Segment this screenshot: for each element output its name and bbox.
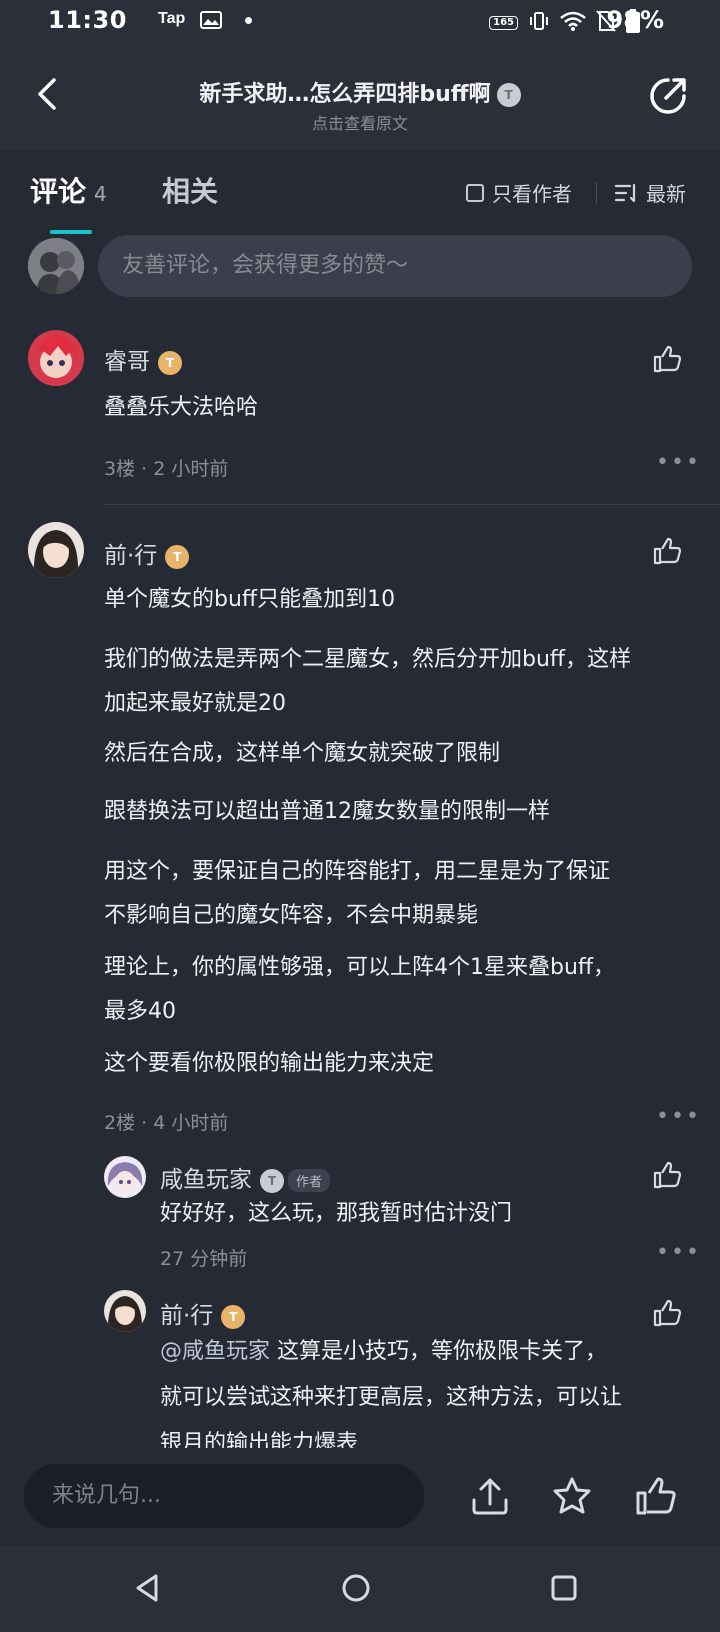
- thumbs-up-icon[interactable]: [634, 1474, 678, 1518]
- status-time: 11:30: [48, 6, 127, 34]
- wifi-icon: [560, 10, 586, 36]
- more-dots-icon[interactable]: •••: [656, 1104, 701, 1129]
- page-title[interactable]: 新手求助…怎么弄四排buff啊 T: [0, 76, 720, 108]
- thumbs-up-icon[interactable]: [652, 344, 682, 374]
- username-text: 睿哥: [104, 349, 150, 375]
- tab-comments[interactable]: 评论 4: [30, 170, 107, 210]
- comment-meta: 3楼 · 2 小时前: [104, 458, 229, 480]
- username-text: 咸鱼玩家: [160, 1167, 252, 1193]
- sort-button[interactable]: 最新: [614, 178, 686, 207]
- level-badge-icon: T: [158, 350, 182, 375]
- bottom-action-bar: 来说几句...: [0, 1454, 720, 1546]
- more-dots-icon[interactable]: •••: [656, 1240, 701, 1265]
- avatar[interactable]: [104, 1290, 146, 1332]
- sort-list-icon: [614, 183, 636, 202]
- comment-text-line: 加起来最好就是20: [104, 691, 286, 716]
- only-author-label: 只看作者: [492, 182, 572, 206]
- post-header: 新手求助…怎么弄四排buff啊 T 点击查看原文: [0, 44, 720, 150]
- nav-recents-icon[interactable]: [546, 1570, 582, 1606]
- comments-count: 4: [94, 182, 107, 206]
- checkbox-icon: [466, 183, 484, 202]
- reply-item: 前·行 T @咸鱼玩家 这算是小技巧，等你极限卡关了， 就可以尝试这种来打更高层，…: [0, 1288, 720, 1448]
- comment-text-line: 单个魔女的buff只能叠加到10: [104, 587, 396, 612]
- comment-text-line: 最多40: [104, 999, 176, 1024]
- reply-text-line: 就可以尝试这种来打更高层，这种方法，可以让: [160, 1385, 623, 1410]
- thumbs-up-icon[interactable]: [652, 1298, 682, 1328]
- comment-item: 前·行 T 单个魔女的buff只能叠加到10 我们的做法是弄两个二星魔女，然后分开…: [0, 522, 720, 1134]
- comment-text-line: 这个要看你极限的输出能力来决定: [104, 1051, 435, 1076]
- refresh-rate-icon: 165: [489, 16, 518, 30]
- comment-text-line: 理论上，你的属性够强，可以上阵4个1星来叠buff，: [104, 955, 616, 980]
- share-icon: [650, 78, 686, 114]
- page-title-text: 新手求助…怎么弄四排buff啊: [199, 82, 491, 107]
- active-tab-indicator: [50, 230, 92, 234]
- vibrate-icon: [528, 10, 550, 36]
- reply-text: 好好好，这么玩，那我暂时估计没门: [160, 1201, 513, 1226]
- system-nav-bar: [0, 1546, 720, 1632]
- only-author-toggle[interactable]: 只看作者: [466, 178, 572, 207]
- reply-text-line: @咸鱼玩家 这算是小技巧，等你极限卡关了，: [160, 1330, 607, 1374]
- avatar[interactable]: [104, 1156, 146, 1198]
- avatar[interactable]: [28, 330, 84, 386]
- more-dots-icon[interactable]: •••: [656, 450, 701, 475]
- nav-back-icon[interactable]: [130, 1570, 166, 1606]
- screen: 11:30 Tap 165 98% 新手求助…怎么弄四排buff啊 T 点击查看…: [0, 0, 720, 1632]
- my-avatar[interactable]: [28, 238, 84, 294]
- level-badge-icon: T: [260, 1168, 284, 1193]
- level-badge-icon: T: [165, 544, 190, 569]
- star-icon[interactable]: [550, 1474, 594, 1518]
- comment-item: 睿哥 T 叠叠乐大法哈哈 3楼 · 2 小时前 •••: [0, 330, 720, 490]
- share-button[interactable]: [646, 74, 690, 118]
- username-text: 前·行: [104, 543, 158, 569]
- reply-username[interactable]: 咸鱼玩家 T 作者: [160, 1160, 331, 1194]
- author-tag: 作者: [288, 1169, 331, 1192]
- reply-text-line: 银月的输出能力爆表: [160, 1431, 359, 1448]
- comment-divider: [104, 504, 720, 505]
- upload-icon[interactable]: [468, 1474, 512, 1518]
- comment-input[interactable]: 友善评论，会获得更多的赞～: [98, 235, 692, 297]
- reply-input[interactable]: 来说几句...: [24, 1464, 424, 1528]
- level-badge-icon: T: [221, 1304, 246, 1329]
- view-original-link[interactable]: 点击查看原文: [0, 110, 720, 134]
- reply-text-segment: 这算是小技巧，等你极限卡关了，: [277, 1339, 608, 1364]
- comment-text-line: 不影响自己的魔女阵容，不会中期暴毙: [104, 903, 479, 928]
- reply-username[interactable]: 前·行 T: [160, 1296, 246, 1330]
- comment-text: 叠叠乐大法哈哈: [104, 395, 259, 420]
- comment-tabs: 评论 4 相关 只看作者 最新: [0, 150, 720, 234]
- tab-divider: [596, 182, 597, 204]
- thumbs-up-icon[interactable]: [652, 1160, 682, 1190]
- tab-related[interactable]: 相关: [162, 170, 218, 210]
- sort-label: 最新: [646, 182, 686, 206]
- thumbs-up-icon[interactable]: [652, 536, 682, 566]
- battery-percent: 98%: [606, 6, 664, 34]
- comment-text-line: 用这个，要保证自己的阵容能打，用二星是为了保证: [104, 859, 611, 884]
- avatar[interactable]: [28, 522, 84, 578]
- reply-meta: 27 分钟前: [160, 1248, 248, 1270]
- comment-username[interactable]: 前·行 T: [104, 536, 190, 570]
- tap-app-icon: Tap: [158, 10, 186, 27]
- comment-text-line: 我们的做法是弄两个二星魔女，然后分开加buff，这样: [104, 647, 632, 672]
- gallery-icon: [200, 11, 222, 33]
- reply-item: 咸鱼玩家 T 作者 好好好，这么玩，那我暂时估计没门 27 分钟前 •••: [0, 1152, 720, 1272]
- status-bar: 11:30 Tap 165 98%: [0, 0, 720, 44]
- tab-comments-label: 评论: [30, 175, 87, 208]
- comment-meta: 2楼 · 4 小时前: [104, 1112, 229, 1134]
- mention-link[interactable]: @咸鱼玩家: [160, 1339, 270, 1364]
- comment-text-line: 然后在合成，这样单个魔女就突破了限制: [104, 741, 501, 766]
- comment-username[interactable]: 睿哥 T: [104, 342, 182, 376]
- username-text: 前·行: [160, 1303, 214, 1329]
- level-badge-icon: T: [496, 83, 521, 107]
- nav-home-icon[interactable]: [338, 1570, 374, 1606]
- notification-dot-icon: [245, 17, 252, 24]
- comment-text-line: 跟替换法可以超出普通12魔女数量的限制一样: [104, 799, 550, 824]
